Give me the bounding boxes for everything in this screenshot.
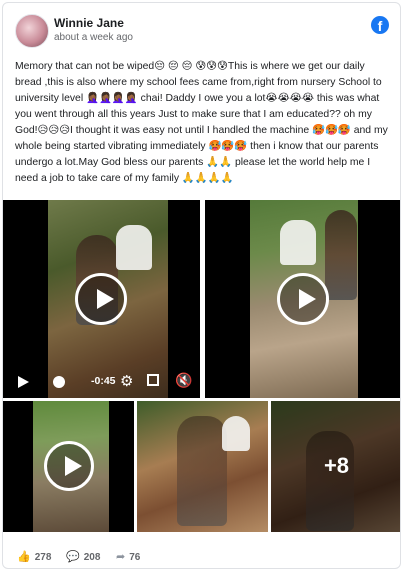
share-icon: ➦	[116, 550, 126, 563]
shares-stat[interactable]: ➦ 76	[116, 550, 140, 563]
facebook-logo-icon[interactable]: f	[371, 16, 389, 34]
more-photos-count[interactable]: +8	[271, 453, 400, 479]
comment-icon: 💬	[66, 550, 80, 563]
fullscreen-icon[interactable]	[147, 374, 159, 386]
progress-scrubber[interactable]	[53, 376, 65, 388]
play-icon[interactable]	[44, 441, 94, 491]
avatar[interactable]	[15, 14, 49, 48]
video-scene-figure	[116, 225, 152, 270]
photo-scene	[177, 416, 227, 526]
thumbs-up-icon: 👍	[17, 550, 31, 563]
control-play-icon[interactable]	[18, 376, 29, 388]
video-2[interactable]	[205, 200, 400, 398]
video-time: -0:45	[91, 375, 116, 387]
post-card: Winnie Jane about a week ago f Memory th…	[2, 2, 401, 569]
comments-count: 208	[83, 552, 101, 563]
photo-scene-figure	[222, 416, 250, 451]
post-stats: 👍 278 💬 208 ➦ 76	[3, 543, 400, 568]
video-controls: -0:45 ⚙ 🔇	[3, 364, 200, 398]
volume-icon[interactable]: 🔇	[175, 373, 192, 389]
video-scene	[325, 210, 357, 300]
post-text: Memory that can not be wiped😔 😔 😔 😰😰😰Thi…	[15, 61, 388, 184]
author-name[interactable]: Winnie Jane	[54, 16, 124, 30]
post-time[interactable]: about a week ago	[54, 32, 133, 43]
comments-stat[interactable]: 💬 208	[66, 550, 100, 563]
likes-count: 278	[34, 552, 52, 563]
play-icon[interactable]	[75, 273, 127, 325]
gear-icon[interactable]: ⚙	[120, 372, 133, 390]
video-scene-figure	[280, 220, 316, 265]
video-3[interactable]	[3, 401, 134, 532]
video-1[interactable]: -0:45 ⚙ 🔇	[3, 200, 200, 398]
likes-stat[interactable]: 👍 278	[17, 550, 51, 563]
photo-4[interactable]	[137, 401, 268, 532]
shares-count: 76	[129, 552, 141, 563]
play-icon[interactable]	[277, 273, 329, 325]
photo-5-more[interactable]: +8	[271, 401, 400, 532]
media-grid: -0:45 ⚙ 🔇 +8	[3, 200, 400, 533]
